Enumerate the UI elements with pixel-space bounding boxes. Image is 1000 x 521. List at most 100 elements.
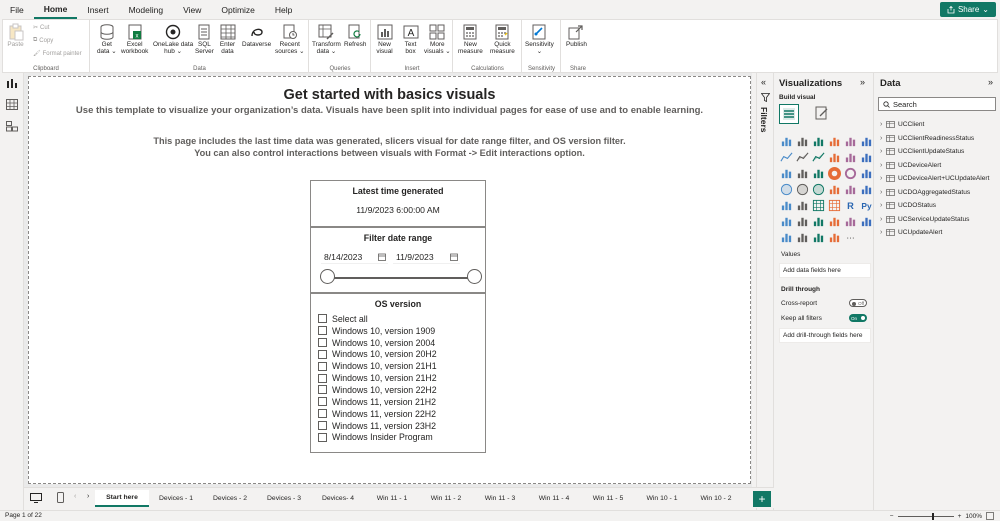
menu-modeling[interactable]: Modeling [119, 0, 174, 19]
multirow-visual-icon[interactable] [859, 182, 873, 196]
bars-v-visual-icon[interactable] [811, 134, 825, 148]
area-visual-icon[interactable] [795, 150, 809, 164]
card-visual-icon[interactable] [843, 182, 857, 196]
report-view-icon[interactable] [6, 78, 18, 89]
pie-visual-icon[interactable] [827, 166, 841, 180]
funnel-visual-icon[interactable] [795, 166, 809, 180]
publish-button[interactable]: Publish [566, 23, 587, 48]
checkbox[interactable] [318, 362, 327, 371]
map-visual-icon[interactable] [779, 182, 793, 196]
kpi-visual-icon[interactable] [779, 198, 793, 212]
bars-h2-visual-icon[interactable] [795, 134, 809, 148]
os-option[interactable]: Windows 10, version 1909 [318, 325, 437, 337]
menu-file[interactable]: File [0, 0, 34, 19]
excel-workbook-button[interactable]: x Excelworkbook [121, 23, 148, 55]
os-option[interactable]: Windows Insider Program [318, 431, 437, 443]
collapse-chevron-icon[interactable]: » [860, 77, 865, 87]
refresh-button[interactable]: Refresh [344, 23, 366, 48]
os-option-select-all[interactable]: Select all [318, 313, 437, 325]
page-tab[interactable]: Win 11 - 4 [527, 490, 581, 507]
page-tab[interactable]: Win 11 - 3 [473, 490, 527, 507]
zoom-out-button[interactable]: − [890, 513, 894, 520]
menu-insert[interactable]: Insert [77, 0, 118, 19]
py-visual-icon[interactable]: Py [859, 198, 873, 212]
zoom-slider-thumb[interactable] [932, 513, 934, 520]
page-tab[interactable]: Devices - 3 [257, 490, 311, 507]
os-option[interactable]: Windows 10, version 22H2 [318, 384, 437, 396]
os-option[interactable]: Windows 10, version 21H1 [318, 360, 437, 372]
more-visuals-button[interactable]: Morevisuals ⌄ [424, 23, 451, 55]
checkbox[interactable] [318, 326, 327, 335]
quick-measure-button[interactable]: Quickmeasure [490, 23, 515, 55]
fit-to-page-icon[interactable] [986, 512, 994, 520]
power-automate-visual-icon[interactable] [795, 230, 809, 244]
os-option[interactable]: Windows 11, version 23H2 [318, 420, 437, 432]
checkbox[interactable] [318, 350, 327, 359]
share-button[interactable]: Share ⌄ [940, 2, 996, 17]
recent-sources-button[interactable]: Recentsources ⌄ [275, 23, 305, 55]
zoom-slider[interactable] [898, 516, 954, 517]
checkbox[interactable] [318, 385, 327, 394]
page-tab[interactable]: Devices- 4 [311, 490, 365, 507]
menu-view[interactable]: View [173, 0, 211, 19]
area2-visual-icon[interactable] [811, 150, 825, 164]
keep-filters-toggle[interactable]: On [849, 314, 867, 322]
new-visual-button[interactable]: Newvisual [376, 23, 393, 55]
data-table-item[interactable]: ›UCDOAggregatedStatus [880, 186, 989, 200]
drill-through-drop-zone[interactable]: Add drill-through fields here [779, 328, 871, 343]
collapse-chevron-icon[interactable]: » [988, 77, 993, 87]
os-option[interactable]: Windows 11, version 22H2 [318, 408, 437, 420]
page-tab[interactable]: Win 11 - 1 [365, 490, 419, 507]
checkbox[interactable] [318, 397, 327, 406]
new-measure-button[interactable]: Newmeasure [458, 23, 483, 55]
donut-visual-icon[interactable] [843, 166, 857, 180]
os-option[interactable]: Windows 10, version 2004 [318, 337, 437, 349]
r-visual-icon[interactable]: R [843, 198, 857, 212]
bars-v3-visual-icon[interactable] [859, 134, 873, 148]
mobile-layout-icon[interactable] [57, 492, 64, 503]
waterfall-visual-icon[interactable] [779, 166, 793, 180]
format-painter-button[interactable]: 🖌Format painter [33, 50, 82, 57]
data-table-item[interactable]: ›UCClientUpdateStatus [880, 145, 989, 159]
onelake-hub-button[interactable]: OneLake datahub ⌄ [153, 23, 193, 55]
checkbox[interactable] [318, 421, 327, 430]
expand-chevron-icon[interactable]: « [761, 77, 766, 87]
build-visual-tab[interactable] [779, 104, 799, 124]
metric-visual-icon[interactable] [827, 230, 841, 244]
data-table-item[interactable]: ›UCDOStatus [880, 199, 989, 213]
checkbox[interactable] [318, 314, 327, 323]
filled-map-visual-icon[interactable] [795, 182, 809, 196]
text-box-button[interactable]: A Textbox [402, 23, 419, 55]
model-view-icon[interactable] [6, 121, 18, 132]
os-option[interactable]: Windows 11, version 21H2 [318, 396, 437, 408]
diamond-visual-icon[interactable] [811, 230, 825, 244]
matrix-visual-icon[interactable] [827, 198, 841, 212]
menu-help[interactable]: Help [265, 0, 302, 19]
scroll-left-icon[interactable]: ‹ [74, 493, 76, 500]
linebar2-visual-icon[interactable] [843, 150, 857, 164]
filters-pane-collapsed[interactable]: « Filters [756, 73, 774, 511]
linebar-visual-icon[interactable] [827, 150, 841, 164]
scatter-visual-icon[interactable] [811, 166, 825, 180]
os-option[interactable]: Windows 10, version 21H2 [318, 372, 437, 384]
paginated-visual-icon[interactable] [843, 214, 857, 228]
transform-data-button[interactable]: Transformdata ⌄ [312, 23, 341, 55]
date-slider-end-handle[interactable] [467, 269, 482, 284]
start-date-input[interactable]: 8/14/2023 [321, 250, 388, 264]
checkbox[interactable] [318, 433, 327, 442]
cross-report-toggle[interactable]: Off [849, 299, 867, 307]
ribbon-visual-icon[interactable] [859, 150, 873, 164]
azure-map-visual-icon[interactable] [811, 182, 825, 196]
end-date-input[interactable]: 11/9/2023 [393, 250, 460, 264]
sensitivity-button[interactable]: Sensitivity⌄ [525, 23, 554, 55]
cut-button[interactable]: ✂Cut [33, 24, 49, 31]
decomp-visual-icon[interactable] [795, 214, 809, 228]
calendar-icon[interactable] [378, 253, 386, 261]
slicer-visual-icon[interactable] [795, 198, 809, 212]
treemap-visual-icon[interactable] [859, 166, 873, 180]
desktop-layout-icon[interactable] [30, 493, 42, 503]
bars-h3-visual-icon[interactable] [843, 134, 857, 148]
trophy-visual-icon[interactable] [859, 214, 873, 228]
calendar-icon[interactable] [450, 253, 458, 261]
get-data-button[interactable]: Getdata ⌄ [97, 23, 117, 55]
